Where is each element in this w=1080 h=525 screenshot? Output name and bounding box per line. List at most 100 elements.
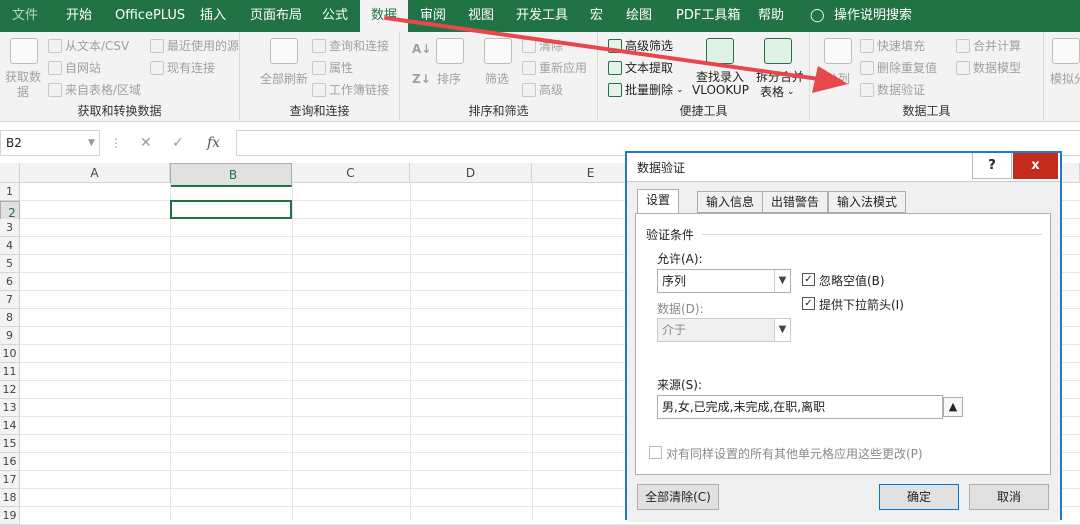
batch-delete-button[interactable]: 批量删除 ⌄ — [608, 81, 684, 98]
row-header-9[interactable]: 9 — [0, 327, 20, 345]
row-header-18[interactable]: 18 — [0, 489, 20, 507]
clear-button[interactable]: 清除 — [522, 37, 563, 54]
whatif-button[interactable]: 模拟分 — [1050, 70, 1080, 87]
chevron-down-icon[interactable]: ▼ — [774, 319, 790, 341]
column-header-b[interactable]: B — [170, 163, 292, 187]
menu-insert[interactable]: 插入 — [200, 0, 226, 32]
insert-function-icon[interactable]: fx — [207, 130, 220, 156]
row-header-7[interactable]: 7 — [0, 291, 20, 309]
enter-icon[interactable]: ✓ — [172, 130, 184, 156]
row-header-6[interactable]: 6 — [0, 273, 20, 291]
column-header-a[interactable]: A — [20, 163, 170, 183]
row-header-5[interactable]: 5 — [0, 255, 20, 273]
consolidate-button[interactable]: 合并计算 — [956, 37, 1021, 54]
merge-icon — [764, 38, 792, 64]
from-text-button[interactable]: 从文本/CSV — [48, 37, 129, 54]
text-extract-button[interactable]: 文本提取 — [608, 59, 673, 76]
tell-me-search[interactable]: 操作说明搜索 — [834, 0, 912, 32]
tab-settings[interactable]: 设置 — [637, 189, 680, 214]
data-validation-label: 数据验证 — [877, 83, 926, 97]
column-header-d[interactable]: D — [410, 163, 532, 183]
clear-all-button[interactable]: 全部清除(C) — [637, 484, 719, 510]
row-header-19[interactable]: 19 — [0, 507, 20, 525]
row-header-8[interactable]: 8 — [0, 309, 20, 327]
merge-button[interactable]: 表格 ⌄ — [760, 83, 795, 100]
allow-label: 允许(A): — [657, 252, 703, 266]
chevron-down-icon[interactable]: ▼ — [88, 130, 95, 156]
source-input[interactable]: 男,女,已完成,未完成,在职,离职 ▲ — [657, 395, 963, 419]
properties-button[interactable]: 属性 — [312, 59, 353, 76]
apply-all-checkbox[interactable] — [649, 446, 662, 459]
row-header-1[interactable]: 1 — [0, 183, 20, 201]
recent-sources-button[interactable]: 最近使用的源 — [150, 37, 239, 54]
menu-formulas[interactable]: 公式 — [322, 0, 348, 32]
queries-connections-button[interactable]: 查询和连接 — [312, 37, 389, 54]
filter-button[interactable]: 筛选 — [485, 70, 509, 87]
existing-connections-button[interactable]: 现有连接 — [150, 59, 215, 76]
row-header-12[interactable]: 12 — [0, 381, 20, 399]
advanced-filter-button[interactable]: 高级筛选 — [608, 37, 673, 54]
split-button[interactable]: 分列 — [826, 70, 850, 87]
menu-pdf-tools[interactable]: PDF工具箱 — [676, 0, 740, 32]
menu-data[interactable]: 数据 — [360, 0, 408, 32]
data-model-button[interactable]: 数据模型 — [956, 59, 1021, 76]
menu-officeplus[interactable]: OfficePLUS — [115, 0, 185, 32]
menu-page-layout[interactable]: 页面布局 — [250, 0, 302, 32]
name-box[interactable]: B2 — [0, 130, 100, 156]
get-data-button[interactable]: 获取数 据 — [5, 70, 41, 100]
menu-home[interactable]: 开始 — [66, 0, 92, 32]
row-header-15[interactable]: 15 — [0, 435, 20, 453]
remove-duplicates-button[interactable]: 删除重复值 — [860, 59, 937, 76]
chevron-down-icon[interactable]: ▼ — [774, 270, 790, 292]
row-header-4[interactable]: 4 — [0, 237, 20, 255]
menu-macro[interactable]: 宏 — [590, 0, 603, 32]
reapply-button[interactable]: 重新应用 — [522, 59, 587, 76]
edit-links-button[interactable]: 工作簿链接 — [312, 81, 389, 98]
from-web-button[interactable]: 自网站 — [48, 59, 101, 76]
dialog-titlebar[interactable]: 数据验证 ? x — [627, 153, 1060, 181]
refresh-all-button[interactable]: 全部刷新 — [260, 70, 308, 87]
tab-ime-mode[interactable]: 输入法模式 — [828, 191, 907, 213]
vlookup-button[interactable]: VLOOKUP — [692, 83, 749, 97]
row-header-16[interactable]: 16 — [0, 453, 20, 471]
from-web-label: 自网站 — [65, 61, 102, 75]
selected-cell[interactable] — [170, 200, 292, 219]
column-header-c[interactable]: C — [292, 163, 410, 183]
cancel-icon[interactable]: ✕ — [140, 130, 152, 156]
menu-help[interactable]: 帮助 — [758, 0, 784, 32]
dropdown-arrow-checkbox[interactable]: ✓ — [802, 297, 815, 310]
row-header-14[interactable]: 14 — [0, 417, 20, 435]
cancel-button[interactable]: 取消 — [969, 484, 1049, 510]
range-select-icon[interactable]: ▲ — [943, 397, 963, 417]
drag-handle-icon: ⋮ — [110, 136, 122, 150]
sort-button[interactable]: 排序 — [437, 70, 461, 87]
allow-select[interactable]: 序列 ▼ — [657, 269, 791, 293]
flash-fill-button[interactable]: 快速填充 — [860, 37, 925, 54]
close-button[interactable]: x — [1013, 153, 1058, 179]
ignore-blank-checkbox[interactable]: ✓ — [802, 273, 815, 286]
menu-view[interactable]: 视图 — [468, 0, 494, 32]
data-validation-icon — [860, 82, 874, 97]
data-validation-button[interactable]: 数据验证 — [860, 81, 925, 98]
menu-draw[interactable]: 绘图 — [626, 0, 652, 32]
menu-review[interactable]: 审阅 — [420, 0, 446, 32]
sort-az-icon[interactable]: A↓ — [412, 42, 431, 56]
sort-za-icon[interactable]: Z↓ — [412, 72, 431, 86]
row-header-10[interactable]: 10 — [0, 345, 20, 363]
menu-file[interactable]: 文件 — [12, 0, 38, 32]
tab-error-alert[interactable]: 出错警告 — [762, 191, 829, 213]
data-select[interactable]: 介于 ▼ — [657, 318, 791, 342]
menu-developer[interactable]: 开发工具 — [516, 0, 568, 32]
row-header-13[interactable]: 13 — [0, 399, 20, 417]
from-table-button[interactable]: 来自表格/区域 — [48, 81, 141, 98]
row-header-3[interactable]: 3 — [0, 219, 20, 237]
ok-button[interactable]: 确定 — [879, 484, 959, 510]
select-all-corner[interactable] — [0, 163, 20, 183]
tab-input-message[interactable]: 输入信息 — [697, 191, 764, 213]
text-extract-label: 文本提取 — [625, 61, 674, 75]
row-header-11[interactable]: 11 — [0, 363, 20, 381]
ignore-blank-label: 忽略空值(B) — [819, 274, 885, 288]
help-button[interactable]: ? — [972, 153, 1012, 179]
row-header-17[interactable]: 17 — [0, 471, 20, 489]
advanced-button[interactable]: 高级 — [522, 81, 563, 98]
